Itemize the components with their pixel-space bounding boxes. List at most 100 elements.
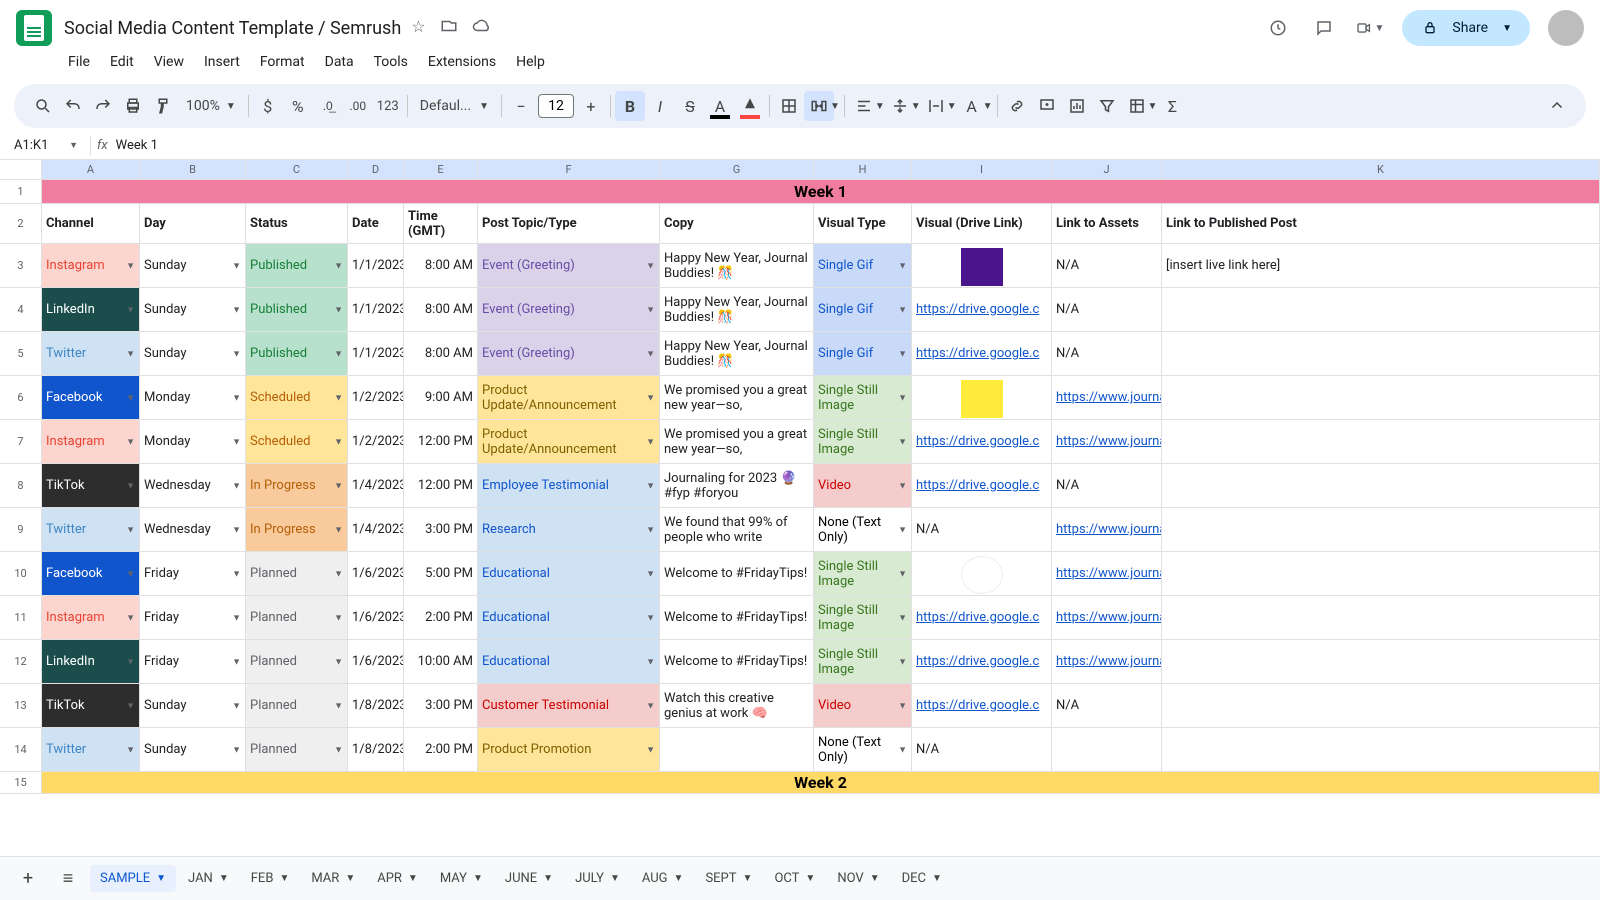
published-cell[interactable] xyxy=(1162,332,1600,375)
visual-cell[interactable] xyxy=(912,244,1052,287)
copy-cell[interactable]: Welcome to #FridayTips! xyxy=(660,596,814,639)
row-header[interactable]: 8 xyxy=(0,464,42,507)
copy-cell[interactable]: Journaling for 2023 🔮 #fyp #foryou xyxy=(660,464,814,507)
col-header-B[interactable]: B xyxy=(140,160,246,179)
history-icon[interactable] xyxy=(1264,14,1292,42)
status-cell[interactable]: Planned▼ xyxy=(246,640,348,683)
day-cell[interactable]: Sunday▼ xyxy=(140,684,246,727)
col-header-I[interactable]: I xyxy=(912,160,1052,179)
published-cell[interactable] xyxy=(1162,640,1600,683)
header-day[interactable]: Day xyxy=(140,204,246,243)
published-cell[interactable] xyxy=(1162,596,1600,639)
sheet-tab-feb[interactable]: FEB▼ xyxy=(241,865,300,892)
comment-icon[interactable] xyxy=(1032,91,1062,121)
col-header-F[interactable]: F xyxy=(478,160,660,179)
date-cell[interactable]: 1/2/2023 xyxy=(348,420,404,463)
channel-cell[interactable]: TikTok▼ xyxy=(42,684,140,727)
date-cell[interactable]: 1/4/2023 xyxy=(348,464,404,507)
borders-icon[interactable] xyxy=(774,91,804,121)
status-cell[interactable]: Published▼ xyxy=(246,288,348,331)
menu-data[interactable]: Data xyxy=(317,50,362,74)
menu-insert[interactable]: Insert xyxy=(196,50,248,74)
date-cell[interactable]: 1/6/2023 xyxy=(348,596,404,639)
sheet-tab-may[interactable]: MAY▼ xyxy=(430,865,493,892)
visual-type-cell[interactable]: Single Gif▼ xyxy=(814,332,912,375)
visual-type-cell[interactable]: Single Gif▼ xyxy=(814,244,912,287)
header-visualType[interactable]: Visual Type xyxy=(814,204,912,243)
assets-cell[interactable]: https://www.journalingwithfrien xyxy=(1052,640,1162,683)
visual-cell[interactable] xyxy=(912,552,1052,595)
time-cell[interactable]: 2:00 PM xyxy=(404,728,478,771)
copy-cell[interactable]: Watch this creative genius at work 🧠 xyxy=(660,684,814,727)
row-header[interactable]: 5 xyxy=(0,332,42,375)
row-header[interactable]: 7 xyxy=(0,420,42,463)
sheets-logo[interactable] xyxy=(16,10,52,46)
undo-icon[interactable] xyxy=(58,91,88,121)
row-header[interactable]: 14 xyxy=(0,728,42,771)
published-cell[interactable]: [insert live link here] xyxy=(1162,244,1600,287)
assets-cell[interactable]: N/A xyxy=(1052,288,1162,331)
topic-cell[interactable]: Employee Testimonial▼ xyxy=(478,464,660,507)
header-status[interactable]: Status xyxy=(246,204,348,243)
date-cell[interactable]: 1/1/2023 xyxy=(348,332,404,375)
channel-cell[interactable]: Twitter▼ xyxy=(42,508,140,551)
sheet-tab-july[interactable]: JULY▼ xyxy=(565,865,630,892)
day-cell[interactable]: Sunday▼ xyxy=(140,288,246,331)
time-cell[interactable]: 9:00 AM xyxy=(404,376,478,419)
user-avatar[interactable] xyxy=(1548,10,1584,46)
time-cell[interactable]: 8:00 AM xyxy=(404,244,478,287)
channel-cell[interactable]: LinkedIn▼ xyxy=(42,640,140,683)
print-icon[interactable] xyxy=(118,91,148,121)
time-cell[interactable]: 2:00 PM xyxy=(404,596,478,639)
filter-icon[interactable] xyxy=(1092,91,1122,121)
row-header[interactable]: 11 xyxy=(0,596,42,639)
copy-cell[interactable]: Happy New Year, Journal Buddies! 🎊 xyxy=(660,332,814,375)
redo-icon[interactable] xyxy=(88,91,118,121)
status-cell[interactable]: Planned▼ xyxy=(246,552,348,595)
published-cell[interactable] xyxy=(1162,420,1600,463)
fontsize-decrease[interactable]: − xyxy=(506,91,536,121)
date-cell[interactable]: 1/6/2023 xyxy=(348,552,404,595)
topic-cell[interactable]: Product Update/Announcement▼ xyxy=(478,420,660,463)
currency-icon[interactable]: $ xyxy=(253,91,283,121)
channel-cell[interactable]: Instagram▼ xyxy=(42,596,140,639)
status-cell[interactable]: Scheduled▼ xyxy=(246,376,348,419)
visual-type-cell[interactable]: Single Still Image▼ xyxy=(814,420,912,463)
copy-cell[interactable]: Happy New Year, Journal Buddies! 🎊 xyxy=(660,244,814,287)
fontsize-input[interactable] xyxy=(538,94,574,118)
decimal-increase-icon[interactable]: .00 xyxy=(343,91,373,121)
col-header-H[interactable]: H xyxy=(814,160,912,179)
select-all-corner[interactable] xyxy=(0,160,42,179)
visual-cell[interactable]: https://drive.google.c xyxy=(912,640,1052,683)
row-header[interactable]: 9 xyxy=(0,508,42,551)
visual-cell[interactable] xyxy=(912,376,1052,419)
status-cell[interactable]: Planned▼ xyxy=(246,728,348,771)
channel-cell[interactable]: Facebook▼ xyxy=(42,552,140,595)
visual-cell[interactable]: https://drive.google.c xyxy=(912,464,1052,507)
col-header-K[interactable]: K xyxy=(1162,160,1600,179)
sheet-tab-nov[interactable]: NOV▼ xyxy=(827,865,889,892)
sheet-tab-sept[interactable]: SEPT▼ xyxy=(695,865,762,892)
status-cell[interactable]: Planned▼ xyxy=(246,684,348,727)
copy-cell[interactable]: Welcome to #FridayTips! xyxy=(660,640,814,683)
visual-type-cell[interactable]: None (Text Only)▼ xyxy=(814,508,912,551)
header-assets[interactable]: Link to Assets xyxy=(1052,204,1162,243)
date-cell[interactable]: 1/1/2023 xyxy=(348,244,404,287)
col-header-C[interactable]: C xyxy=(246,160,348,179)
visual-cell[interactable]: https://drive.google.c xyxy=(912,332,1052,375)
header-topic[interactable]: Post Topic/Type xyxy=(478,204,660,243)
assets-cell[interactable]: N/A xyxy=(1052,332,1162,375)
topic-cell[interactable]: Event (Greeting)▼ xyxy=(478,244,660,287)
col-header-D[interactable]: D xyxy=(348,160,404,179)
header-copy[interactable]: Copy xyxy=(660,204,814,243)
assets-cell[interactable]: https://www.journalingwithfrien xyxy=(1052,596,1162,639)
date-cell[interactable]: 1/6/2023 xyxy=(348,640,404,683)
channel-cell[interactable]: Twitter▼ xyxy=(42,728,140,771)
menu-format[interactable]: Format xyxy=(252,50,313,74)
header-visual[interactable]: Visual (Drive Link) xyxy=(912,204,1052,243)
sheet-tab-aug[interactable]: AUG▼ xyxy=(632,865,694,892)
formula-value[interactable]: Week 1 xyxy=(116,138,158,153)
cloud-icon[interactable] xyxy=(472,17,490,39)
col-header-E[interactable]: E xyxy=(404,160,478,179)
copy-cell[interactable]: We promised you a great new year—so, xyxy=(660,420,814,463)
